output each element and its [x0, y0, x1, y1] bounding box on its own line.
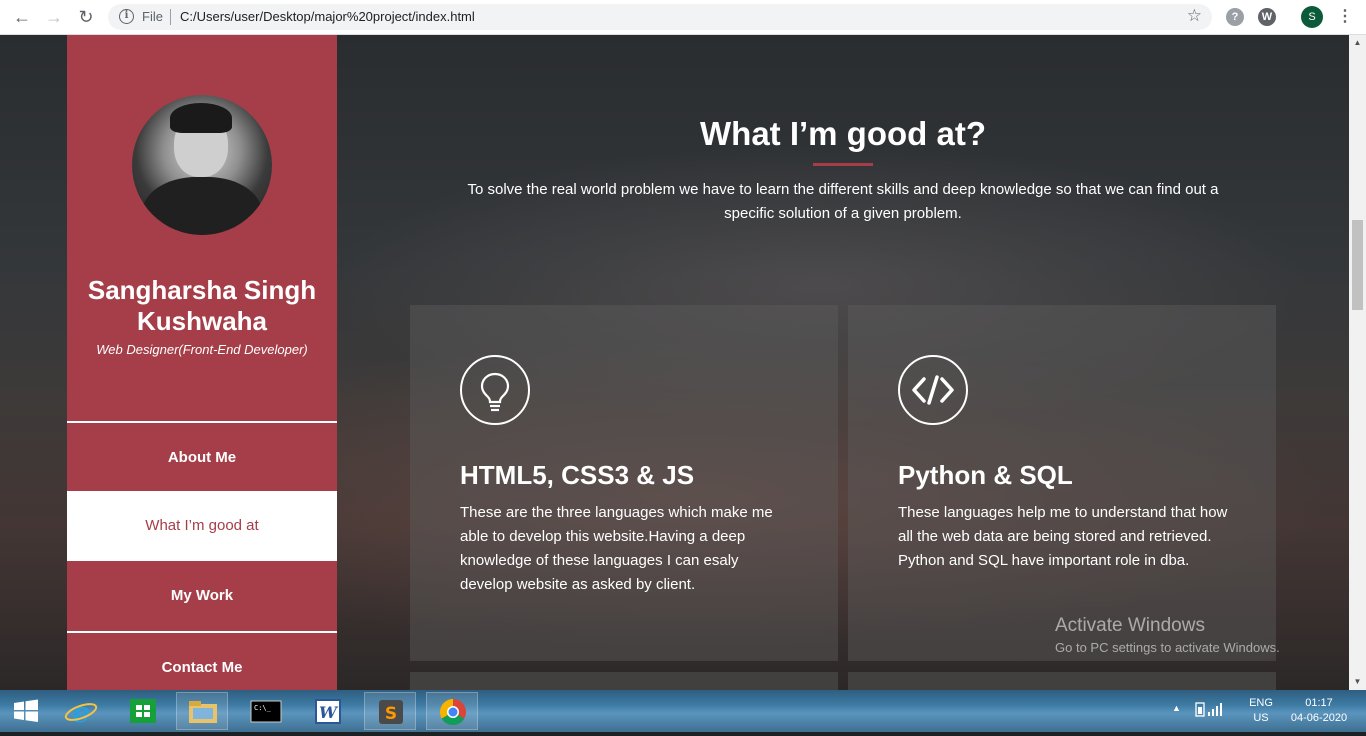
skill-card-title: Python & SQL — [898, 460, 1073, 490]
skill-card-text: These languages help me to understand th… — [898, 504, 1228, 569]
site-info-icon[interactable]: i — [119, 9, 134, 24]
skill-card-text: These are the three languages which make… — [460, 504, 773, 593]
language-indicator[interactable]: ENG US — [1244, 696, 1278, 726]
sidebar-item-contact-me[interactable]: Contact Me — [67, 631, 337, 690]
section-title: What I’m good at? — [700, 115, 986, 152]
chrome-icon[interactable] — [426, 692, 478, 730]
watermark-subtitle: Go to PC settings to activate Windows. — [1055, 640, 1280, 655]
internet-explorer-icon[interactable]: e — [55, 692, 107, 730]
sidebar-item-about-me[interactable]: About Me — [67, 421, 337, 491]
browser-toolbar: ← → ↻ i File C:/Users/user/Desktop/major… — [0, 0, 1366, 35]
page-viewport: Sangharsha Singh Kushwaha Web Designer(F… — [0, 35, 1349, 690]
language-code: ENG — [1249, 697, 1273, 709]
svg-text:C:\_: C:\_ — [254, 704, 272, 712]
tray-expand-icon[interactable]: ▲ — [1172, 703, 1181, 713]
word-icon[interactable]: W — [302, 692, 354, 730]
browser-menu-icon[interactable]: ⋮ — [1337, 6, 1353, 28]
back-icon[interactable]: ← — [11, 6, 33, 28]
reload-icon[interactable]: ↻ — [75, 6, 97, 28]
url-text[interactable]: C:/Users/user/Desktop/major%20project/in… — [180, 9, 475, 24]
svg-text:e: e — [72, 696, 90, 729]
command-prompt-icon[interactable]: C:\_ — [240, 692, 292, 730]
address-bar[interactable]: i File C:/Users/user/Desktop/major%20pro… — [108, 4, 1212, 30]
file-explorer-icon[interactable] — [176, 692, 228, 730]
address-separator — [170, 9, 171, 25]
sidebar-item-what-im-good-at[interactable]: What I’m good at — [67, 491, 337, 561]
profile-name: Sangharsha Singh Kushwaha — [87, 275, 317, 336]
extension-w-icon[interactable]: W — [1258, 8, 1276, 26]
skill-card-partial — [410, 672, 838, 690]
taskbar: e C:\_ W S ▲ ENG US 01:17 04-06-2020 — [0, 690, 1366, 732]
keyboard-layout: US — [1253, 712, 1269, 724]
skill-card-web: HTML5, CSS3 & JS These are the three lan… — [410, 305, 838, 661]
extension-help-icon[interactable]: ? — [1226, 8, 1244, 26]
start-button[interactable] — [0, 692, 52, 730]
sidebar-item-my-work[interactable]: My Work — [67, 561, 337, 631]
profile-role: Web Designer(Front-End Developer) — [96, 342, 308, 357]
url-scheme-label: File — [142, 9, 163, 24]
svg-text:W: W — [319, 703, 339, 722]
code-icon — [898, 355, 968, 425]
section-description: To solve the real world problem we have … — [467, 181, 1219, 222]
sublime-text-icon[interactable]: S — [364, 692, 416, 730]
scroll-down-icon[interactable]: ▼ — [1349, 676, 1366, 688]
forward-icon[interactable]: → — [43, 6, 65, 28]
skill-card-title: HTML5, CSS3 & JS — [460, 460, 695, 490]
clock[interactable]: 01:17 04-06-2020 — [1284, 696, 1354, 726]
page-scrollbar[interactable]: ▲ ▼ — [1349, 35, 1366, 690]
clock-date: 04-06-2020 — [1290, 712, 1348, 724]
scroll-up-icon[interactable]: ▲ — [1349, 37, 1366, 49]
lightbulb-icon — [460, 355, 530, 425]
skill-card-data: Python & SQL These languages help me to … — [848, 305, 1276, 661]
bookmark-star-icon[interactable]: ☆ — [1187, 6, 1202, 26]
svg-text:S: S — [385, 704, 397, 724]
tray-status-icons[interactable] — [1194, 700, 1236, 723]
avatar — [132, 95, 272, 235]
clock-time: 01:17 — [1305, 697, 1333, 709]
store-icon[interactable] — [117, 692, 169, 730]
scroll-thumb[interactable] — [1352, 220, 1363, 310]
sidebar: Sangharsha Singh Kushwaha Web Designer(F… — [67, 35, 337, 690]
profile-avatar[interactable]: S — [1301, 6, 1323, 28]
title-underline — [813, 163, 873, 166]
watermark-title: Activate Windows — [1055, 615, 1205, 636]
skill-card-partial — [848, 672, 1276, 690]
activate-windows-watermark: Activate Windows Go to PC settings to ac… — [1055, 615, 1280, 655]
